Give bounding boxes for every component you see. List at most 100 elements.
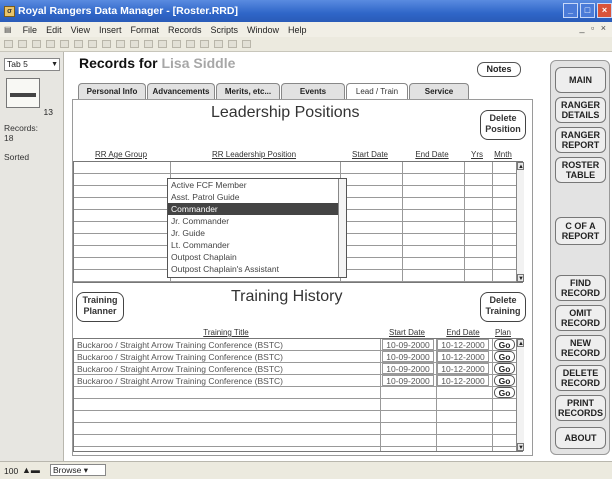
- dropdown-scrollbar[interactable]: [338, 179, 346, 277]
- cut-icon[interactable]: [74, 40, 83, 48]
- table-row[interactable]: Buckaroo / Straight Arrow Training Confe…: [74, 339, 516, 351]
- dropdown-option-selected[interactable]: Commander: [168, 203, 346, 215]
- training-start-cell[interactable]: 10-09-2000: [382, 363, 434, 374]
- scroll-up-icon[interactable]: ▲: [517, 339, 524, 347]
- go-button[interactable]: Go: [494, 387, 515, 398]
- menu-window[interactable]: Window: [247, 25, 279, 35]
- menu-insert[interactable]: Insert: [99, 25, 122, 35]
- zoom-level[interactable]: 100: [4, 466, 18, 476]
- dropdown-option[interactable]: Outpost Chaplain's Assistant: [168, 263, 346, 275]
- align-center-icon[interactable]: [172, 40, 181, 48]
- training-end-cell[interactable]: 10-12-2000: [437, 363, 489, 374]
- training-title-cell[interactable]: Buckaroo / Straight Arrow Training Confe…: [77, 339, 377, 351]
- menu-help[interactable]: Help: [288, 25, 307, 35]
- delete-training-button[interactable]: Delete Training: [480, 292, 526, 322]
- dropdown-option[interactable]: Lt. Commander: [168, 239, 346, 251]
- go-button[interactable]: Go: [494, 339, 515, 350]
- menu-file[interactable]: File: [23, 25, 38, 35]
- italic-icon[interactable]: [214, 40, 223, 48]
- tab-personal-info[interactable]: Personal Info: [78, 83, 146, 99]
- sort-icon[interactable]: [130, 40, 139, 48]
- preview-icon[interactable]: [60, 40, 69, 48]
- maximize-button[interactable]: □: [580, 3, 595, 18]
- training-scrollbar[interactable]: ▲ ▼: [516, 339, 524, 451]
- book-icon[interactable]: 13: [6, 78, 53, 117]
- find-icon[interactable]: [144, 40, 153, 48]
- omit-record-button[interactable]: OMIT RECORD: [555, 305, 606, 331]
- menu-records[interactable]: Records: [168, 25, 202, 35]
- leadership-scrollbar[interactable]: ▲ ▼: [516, 162, 524, 282]
- document-window-controls[interactable]: _ ▫ ×: [580, 23, 608, 33]
- copy-icon[interactable]: [88, 40, 97, 48]
- tab-events[interactable]: Events: [281, 83, 345, 99]
- open-icon[interactable]: [18, 40, 27, 48]
- scroll-down-icon[interactable]: ▼: [517, 443, 524, 451]
- training-start-cell[interactable]: 10-09-2000: [382, 339, 434, 350]
- tab-lead-train[interactable]: Lead / Train: [346, 83, 408, 100]
- table-row[interactable]: [74, 435, 516, 447]
- paste-icon[interactable]: [102, 40, 111, 48]
- find-record-button[interactable]: FIND RECORD: [555, 275, 606, 301]
- training-title-cell[interactable]: Buckaroo / Straight Arrow Training Confe…: [77, 375, 377, 387]
- align-left-icon[interactable]: [158, 40, 167, 48]
- notes-button[interactable]: Notes: [477, 62, 521, 77]
- tab-merits[interactable]: Merits, etc...: [216, 83, 280, 99]
- main-button[interactable]: MAIN: [555, 67, 606, 93]
- go-button[interactable]: Go: [494, 363, 515, 374]
- print-records-button[interactable]: PRINT RECORDS: [555, 395, 606, 421]
- print-icon[interactable]: [46, 40, 55, 48]
- menu-edit[interactable]: Edit: [46, 25, 62, 35]
- c-of-a-report-button[interactable]: C OF A REPORT: [555, 217, 606, 245]
- dropdown-option[interactable]: Outpost Chaplain: [168, 251, 346, 263]
- go-button[interactable]: Go: [494, 375, 515, 386]
- delete-record-button[interactable]: DELETE RECORD: [555, 365, 606, 391]
- dropdown-option[interactable]: Jr. Commander: [168, 215, 346, 227]
- table-row[interactable]: [74, 399, 516, 411]
- save-icon[interactable]: [32, 40, 41, 48]
- training-end-cell[interactable]: 10-12-2000: [437, 339, 489, 350]
- delete-position-button[interactable]: Delete Position: [480, 110, 526, 140]
- about-button[interactable]: ABOUT: [555, 427, 606, 449]
- scroll-down-icon[interactable]: ▼: [517, 274, 524, 282]
- training-title-cell[interactable]: Buckaroo / Straight Arrow Training Confe…: [77, 363, 377, 375]
- table-row[interactable]: Buckaroo / Straight Arrow Training Confe…: [74, 363, 516, 375]
- align-right-icon[interactable]: [186, 40, 195, 48]
- tab-advancements[interactable]: Advancements: [147, 83, 215, 99]
- tab-service[interactable]: Service: [409, 83, 469, 99]
- training-start-cell[interactable]: 10-09-2000: [382, 375, 434, 386]
- dropdown-option[interactable]: Jr. Guide: [168, 227, 346, 239]
- menu-scripts[interactable]: Scripts: [211, 25, 239, 35]
- training-planner-button[interactable]: Training Planner: [76, 292, 124, 322]
- minimize-button[interactable]: _: [563, 3, 578, 18]
- underline-icon[interactable]: [228, 40, 237, 48]
- document-icon[interactable]: ▤: [4, 25, 12, 34]
- menu-view[interactable]: View: [71, 25, 90, 35]
- table-row[interactable]: Buckaroo / Straight Arrow Training Confe…: [74, 351, 516, 363]
- new-record-button[interactable]: NEW RECORD: [555, 335, 606, 361]
- new-icon[interactable]: [4, 40, 13, 48]
- table-row[interactable]: [74, 423, 516, 435]
- table-row[interactable]: [74, 162, 516, 174]
- table-row[interactable]: Go: [74, 387, 516, 399]
- bold-icon[interactable]: [200, 40, 209, 48]
- go-button[interactable]: Go: [494, 351, 515, 362]
- undo-icon[interactable]: [116, 40, 125, 48]
- table-row[interactable]: Buckaroo / Straight Arrow Training Confe…: [74, 375, 516, 387]
- menu-format[interactable]: Format: [130, 25, 159, 35]
- zoom-icon[interactable]: ▲▬: [22, 465, 40, 475]
- scroll-up-icon[interactable]: ▲: [517, 162, 524, 170]
- ranger-report-button[interactable]: RANGER REPORT: [555, 127, 606, 153]
- training-end-cell[interactable]: 10-12-2000: [437, 375, 489, 386]
- table-row[interactable]: [74, 411, 516, 423]
- ranger-details-button[interactable]: RANGER DETAILS: [555, 97, 606, 123]
- help-icon[interactable]: [242, 40, 251, 48]
- training-start-cell[interactable]: 10-09-2000: [382, 351, 434, 362]
- layout-select[interactable]: Tab 5 ▼: [4, 58, 60, 71]
- training-end-cell[interactable]: 10-12-2000: [437, 351, 489, 362]
- training-title-cell[interactable]: Buckaroo / Straight Arrow Training Confe…: [77, 351, 377, 363]
- roster-table-button[interactable]: ROSTER TABLE: [555, 157, 606, 183]
- mode-select[interactable]: Browse ▾: [50, 464, 106, 476]
- close-button[interactable]: ×: [597, 3, 612, 18]
- leadership-position-dropdown[interactable]: Active FCF Member Asst. Patrol Guide Com…: [167, 178, 347, 278]
- dropdown-option[interactable]: Active FCF Member: [168, 179, 346, 191]
